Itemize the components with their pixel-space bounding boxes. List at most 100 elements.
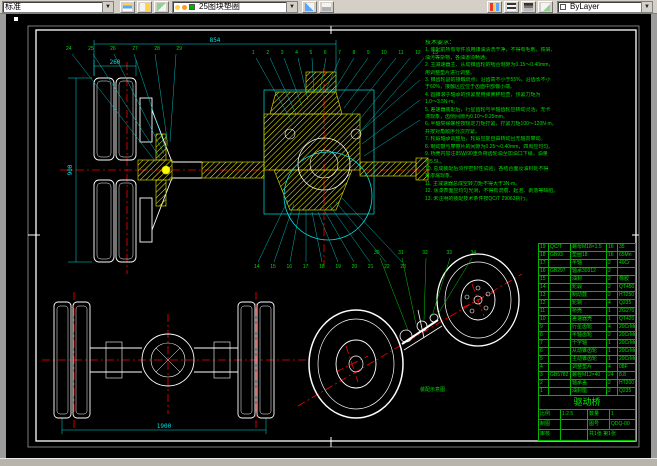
part-qty: 2	[607, 268, 618, 276]
drawn-value	[561, 420, 588, 429]
color-control-icon-button[interactable]	[487, 1, 502, 13]
part-no: 5	[539, 356, 549, 364]
part-name: 差速器壳	[571, 316, 607, 324]
callout-numbers-bottom: 14151617181920212223	[254, 264, 406, 271]
part-code	[549, 356, 571, 364]
plot-style-icon	[541, 3, 550, 11]
part-qty: 2	[607, 284, 618, 292]
part-material: 20CrMnTi	[618, 356, 635, 364]
part-no: 3	[539, 372, 549, 380]
note-line: 有渗漏现象。	[425, 173, 637, 180]
table-row: 9 行星齿轮 4 20CrMnTi	[539, 324, 635, 332]
callout-number: 24	[66, 46, 72, 53]
part-code	[549, 364, 571, 372]
note-line: 11. 主减速器总成空转力矩不得大于3N·m。	[425, 181, 637, 188]
part-qty: 1	[607, 308, 618, 316]
color-icon	[490, 3, 499, 11]
note-line: 5. 差速器装配后，行星齿轮与半轴齿轮应转动灵活，无卡	[425, 107, 637, 114]
text-style-combo[interactable]: 标准 ▼	[2, 1, 114, 13]
linetype-icon-button[interactable]	[504, 1, 519, 13]
note-line: 13. 未注明的装配技术条件按QC/T 29063执行。	[425, 196, 637, 203]
callout-number: 2	[266, 50, 269, 57]
table-row: 7 十字轴 1 20CrMnTi	[539, 340, 635, 348]
part-name: 半轴齿轮	[571, 332, 607, 340]
plot-style-icon-button[interactable]	[538, 1, 553, 13]
technical-notes: 技术要求：1. 装配前所有零件须用煤油清洗干净，不得有毛刺、铁屑、 油污等杂物，…	[425, 40, 637, 203]
part-qty: 16	[607, 252, 618, 260]
part-no: 12	[539, 300, 549, 308]
layer-previous-icon-button[interactable]	[302, 1, 317, 13]
note-line: 油污等杂物，各油道须畅通。	[425, 55, 637, 62]
part-qty: 1	[607, 356, 618, 364]
callout-number: 9	[367, 50, 370, 57]
part-no: 19	[539, 244, 549, 252]
part-qty: 4	[607, 324, 618, 332]
table-row: 10 差速器壳 1 QT420	[539, 316, 635, 324]
current-color-swatch	[560, 4, 566, 10]
part-material: 20CrMnTi	[618, 324, 635, 332]
sheet-info: 共1张 第1张	[588, 430, 635, 440]
part-code: GB297	[549, 268, 571, 276]
layer-on-bulb-icon[interactable]	[175, 5, 180, 10]
part-no: 14	[539, 284, 549, 292]
lineweight-icon-button[interactable]	[521, 1, 536, 13]
make-object-layer-icon	[157, 3, 166, 11]
part-code	[549, 324, 571, 332]
part-material: 20CrMnTi	[618, 348, 635, 356]
part-code	[549, 308, 571, 316]
part-qty: 4	[607, 364, 618, 372]
make-object-layer-icon-button[interactable]	[154, 1, 169, 13]
part-material: HT250	[618, 292, 635, 300]
isometric-view	[309, 254, 519, 418]
note-line: 并按对角顺序分次拧紧。	[425, 129, 637, 136]
drawn-label: 制图	[539, 420, 561, 429]
part-code	[549, 340, 571, 348]
part-qty: 16	[607, 244, 618, 252]
part-code	[549, 260, 571, 268]
callout-number: 1	[252, 50, 255, 57]
layer-freeze-sun-icon[interactable]	[182, 5, 187, 10]
layer-states-icon-button[interactable]	[319, 1, 334, 13]
color-combo[interactable]: ByLayer ▼	[557, 1, 653, 13]
note-line: 7. 轮毂轴承调整后，轮毂应能自由转动且无轴向窜动。	[425, 136, 637, 143]
chevron-down-icon[interactable]: ▼	[102, 2, 113, 12]
part-qty: 2	[607, 276, 618, 284]
part-no: 17	[539, 260, 549, 268]
checked-label: 审核	[539, 430, 561, 440]
part-code	[549, 292, 571, 300]
callout-number: 12	[415, 50, 421, 57]
layers-icon	[123, 3, 132, 11]
note-line: 4. 圆锥滚子轴承的预紧度用弹簧秤检查，预紧力矩为	[425, 92, 637, 99]
table-row: 5 主动锥齿轮 1 20CrMnTi	[539, 356, 635, 364]
drawing-canvas[interactable]: 854 900 260 1900	[6, 14, 651, 458]
part-code	[549, 332, 571, 340]
chevron-down-icon[interactable]: ▼	[286, 2, 297, 12]
note-line: 9. 桥壳内加注85W/90重负荷齿轮油至加油口下缘，油量	[425, 151, 637, 158]
layer-states-icon	[322, 3, 331, 11]
drawing-title: 驱动桥	[539, 396, 635, 409]
layers-icon-button[interactable]	[120, 1, 135, 13]
part-qty: 2	[607, 380, 618, 388]
layer-combo[interactable]: 25图块垫圈 ▼	[172, 1, 298, 13]
callout-number: 18	[319, 264, 325, 271]
part-material: ZG270	[618, 308, 635, 316]
note-line: 技术要求：	[425, 40, 637, 47]
callout-number: 16	[287, 264, 293, 271]
layer-properties-icon-button[interactable]	[137, 1, 152, 13]
note-line: 1.0～3.5N·m。	[425, 99, 637, 106]
part-code	[549, 380, 571, 388]
callout-number: 19	[335, 264, 341, 271]
part-material: Q235	[618, 300, 635, 308]
callout-number: 25	[88, 46, 94, 53]
part-qty: 2	[607, 332, 618, 340]
note-line: 于60%，接触区应位于齿面中部偏小端。	[425, 84, 637, 91]
part-material: HT200	[618, 380, 635, 388]
part-name: 桥壳	[571, 308, 607, 316]
layer-color-swatch	[189, 4, 195, 10]
part-material: 08F	[618, 364, 635, 372]
chevron-down-icon[interactable]: ▼	[641, 2, 652, 12]
table-row: 8 半轴齿轮 2 20CrMnTi	[539, 332, 635, 340]
table-row: 14 轮毂 2 QT450	[539, 284, 635, 292]
qty-label: 数量	[588, 410, 610, 419]
parts-table: 19 QC/T 螺母M18×1.5 16 35 18 GB93 垫圈18 16 …	[538, 243, 636, 396]
